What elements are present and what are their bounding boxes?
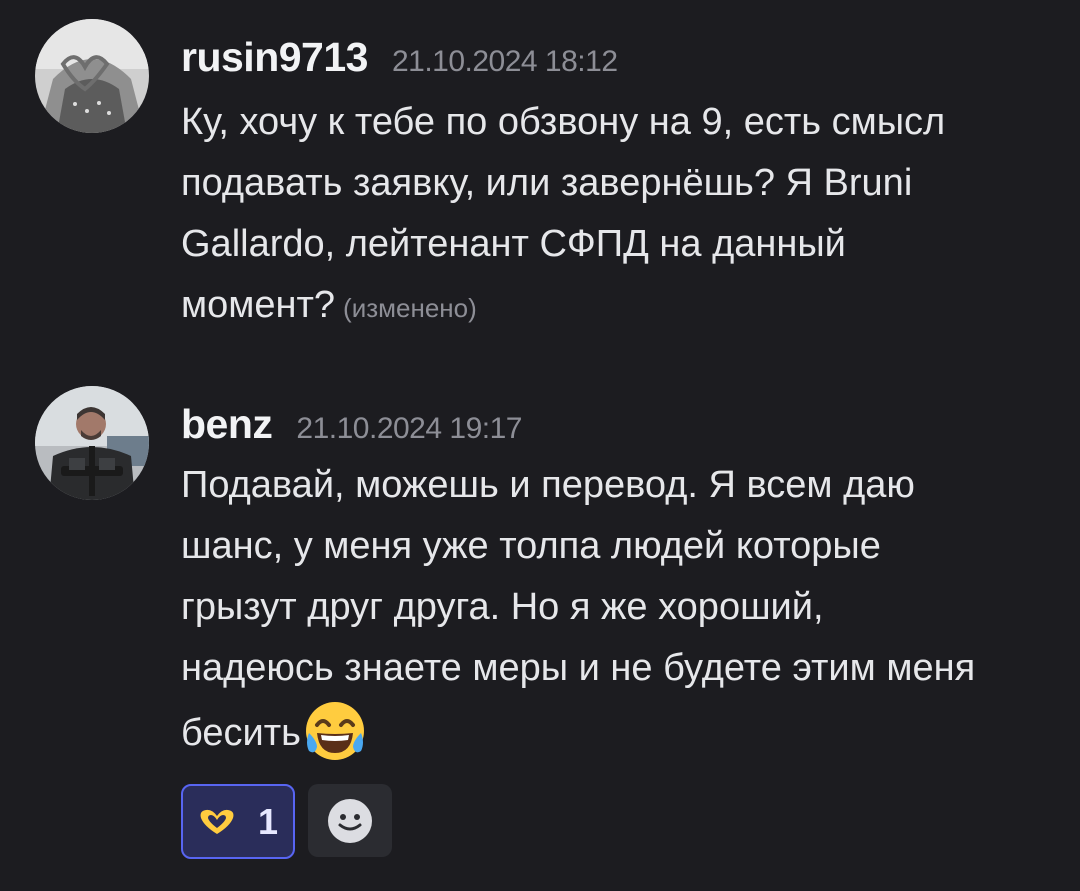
reactions-bar: 1	[181, 784, 392, 859]
message-line: шанс, у меня уже толпа людей которые	[181, 525, 881, 567]
add-reaction-button[interactable]	[308, 784, 392, 857]
message-content: Ку, хочу к тебе по обзвону на 9, есть см…	[181, 92, 1051, 339]
reaction-count: 1	[257, 800, 279, 842]
message-line: Ку, хочу к тебе по обзвону на 9, есть см…	[181, 101, 946, 143]
message-header: rusin9713 21.10.2024 18:12	[181, 34, 618, 81]
message-line: Подавай, можешь и перевод. Я всем даю	[181, 464, 915, 506]
message-header: benz 21.10.2024 19:17	[181, 401, 522, 448]
author-name[interactable]: benz	[181, 401, 273, 448]
tears-of-joy-emoji-icon	[305, 702, 364, 760]
message-line-text: бесить	[181, 712, 301, 754]
user-avatar-image	[35, 386, 149, 500]
edited-label: (изменено)	[343, 293, 477, 323]
message-line: надеюсь знаете меры и не будете этим мен…	[181, 647, 976, 689]
message-content: Подавай, можешь и перевод. Я всем даю ша…	[181, 455, 1051, 764]
user-avatar-image	[35, 19, 149, 133]
reaction-heart-hands[interactable]: 1	[181, 784, 295, 859]
smiley-icon	[328, 798, 372, 843]
avatar[interactable]	[35, 386, 149, 500]
message-line: грызут друг друга. Но я же хороший,	[181, 586, 824, 628]
message-line: подавать заявку, или завернёшь? Я Bruni	[181, 162, 913, 204]
message-line-last: бесить	[181, 699, 1051, 764]
message-timestamp: 21.10.2024 18:12	[391, 45, 618, 78]
author-name[interactable]: rusin9713	[181, 34, 368, 81]
heart-hands-icon	[200, 809, 234, 834]
message-timestamp: 21.10.2024 19:17	[296, 412, 522, 445]
message-line-text: момент?	[181, 284, 336, 326]
avatar[interactable]	[35, 19, 149, 133]
message-line-last: момент? (изменено)	[181, 275, 1051, 339]
message-line: Gallardo, лейтенант СФПД на данный	[181, 223, 846, 265]
